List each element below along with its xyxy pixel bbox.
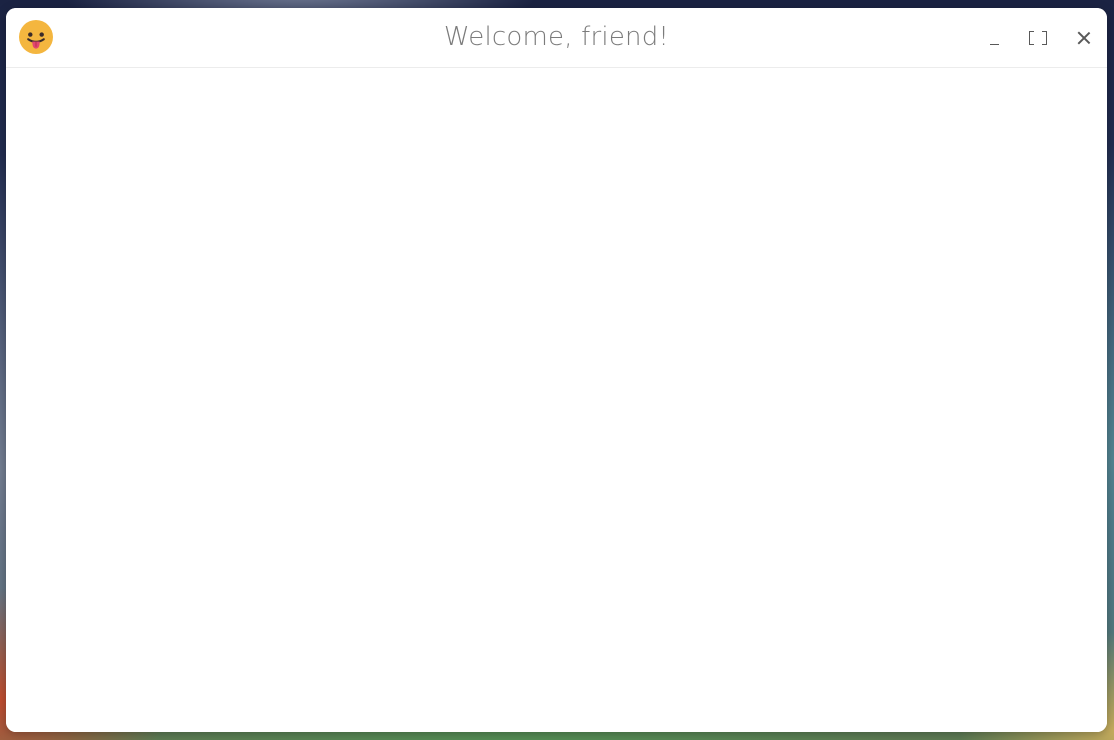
window-content [6, 68, 1107, 732]
title-bar[interactable]: Welcome, friend! [6, 8, 1107, 68]
close-button[interactable] [1069, 23, 1099, 53]
window-title: Welcome, friend! [443, 22, 670, 52]
minimize-button[interactable] [979, 23, 1009, 53]
minimize-icon [989, 43, 999, 45]
close-icon [1077, 31, 1091, 45]
maximize-button[interactable] [1023, 23, 1053, 53]
maximize-icon [1029, 31, 1047, 45]
app-window: Welcome, friend! [6, 8, 1107, 732]
